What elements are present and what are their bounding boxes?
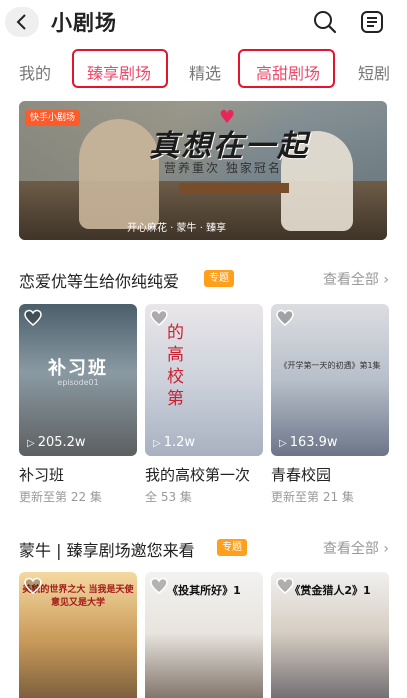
tab-sweet-theater[interactable]: 高甜剧场 [256, 60, 320, 84]
thumbnail-caption: 的高校第 [167, 323, 184, 409]
search-icon [314, 11, 337, 34]
play-icon: ▷ [153, 438, 161, 449]
add-favorite-icon[interactable] [24, 309, 42, 327]
section-header: 恋爱优等生给你纯纯爱 专题 查看全部 › [19, 266, 389, 292]
section-header: 蒙牛 | 臻享剧场邀您来看 专题 查看全部 › [19, 535, 389, 561]
tab-short-drama[interactable]: 短剧 [358, 60, 390, 84]
chevron-left-icon [16, 14, 26, 30]
episode-status: 全 53 集 [145, 490, 192, 504]
tab-featured[interactable]: 精选 [189, 60, 221, 84]
add-favorite-icon[interactable] [24, 577, 42, 595]
thumbnail-caption: 补习班 [48, 358, 108, 379]
banner-figure [79, 119, 159, 229]
thumbnail-caption: episode01 [57, 378, 99, 387]
add-favorite-icon[interactable] [150, 577, 168, 595]
header-bar: 小剧场 [0, 0, 407, 44]
tab-mine[interactable]: 我的 [19, 60, 51, 84]
topic-badge: 专题 [204, 270, 234, 287]
drama-thumbnail: 的高校第 ▷ 1.2w [145, 304, 263, 456]
drama-title: 我的高校第一次 [145, 466, 251, 484]
play-icon: ▷ [279, 438, 287, 449]
see-all-link[interactable]: 查看全部 › [323, 538, 389, 558]
back-button[interactable] [5, 7, 39, 37]
see-all-link[interactable]: 查看全部 › [323, 269, 389, 289]
section-title: 蒙牛 | 臻享剧场邀您来看 [19, 541, 195, 560]
list-menu-icon [361, 11, 383, 33]
featured-banner[interactable]: 快手小剧场 ♥ 真想在一起 营养重次 独家冠名 开心麻花 · 蒙牛 · 臻享 [19, 101, 387, 240]
drama-title: 青春校园 [271, 466, 332, 484]
category-tabs: 我的 臻享剧场 精选 高甜剧场 短剧 [0, 46, 407, 92]
page-title: 小剧场 [51, 11, 117, 35]
episode-status: 更新至第 21 集 [271, 490, 354, 504]
add-favorite-icon[interactable] [150, 309, 168, 327]
menu-button[interactable] [360, 10, 384, 34]
view-count: 205.2w [37, 435, 86, 450]
tab-premium-theater[interactable]: 臻享剧场 [87, 60, 151, 84]
drama-thumbnail: 补习班 episode01 ▷ 205.2w [19, 304, 137, 456]
add-favorite-icon[interactable] [276, 577, 294, 595]
banner-sponsors: 开心麻花 · 蒙牛 · 臻享 [127, 223, 227, 234]
play-icon: ▷ [27, 438, 35, 449]
episode-status: 更新至第 22 集 [19, 490, 102, 504]
view-count: 1.2w [163, 435, 196, 450]
drama-thumbnail: 美貌的世界之大 当我是天使 意见又是大学 [19, 572, 137, 698]
banner-logo: 快手小剧场 [25, 110, 81, 126]
banner-subtitle: 营养重次 独家冠名 [164, 161, 282, 175]
add-favorite-icon[interactable] [276, 309, 294, 327]
drama-title: 补习班 [19, 466, 65, 484]
search-button[interactable] [313, 10, 337, 34]
drama-thumbnail: 《投其所好》1 [145, 572, 263, 698]
section-title: 恋爱优等生给你纯纯爱 [19, 272, 180, 291]
drama-thumbnail: 《开学第一天的初遇》第1集 ▷ 163.9w [271, 304, 389, 456]
drama-thumbnail: 《赏金猎人2》1 [271, 572, 389, 698]
topic-badge: 专题 [217, 539, 247, 556]
view-count: 163.9w [289, 435, 338, 450]
thumbnail-caption: 《开学第一天的初遇》第1集 [279, 361, 381, 370]
